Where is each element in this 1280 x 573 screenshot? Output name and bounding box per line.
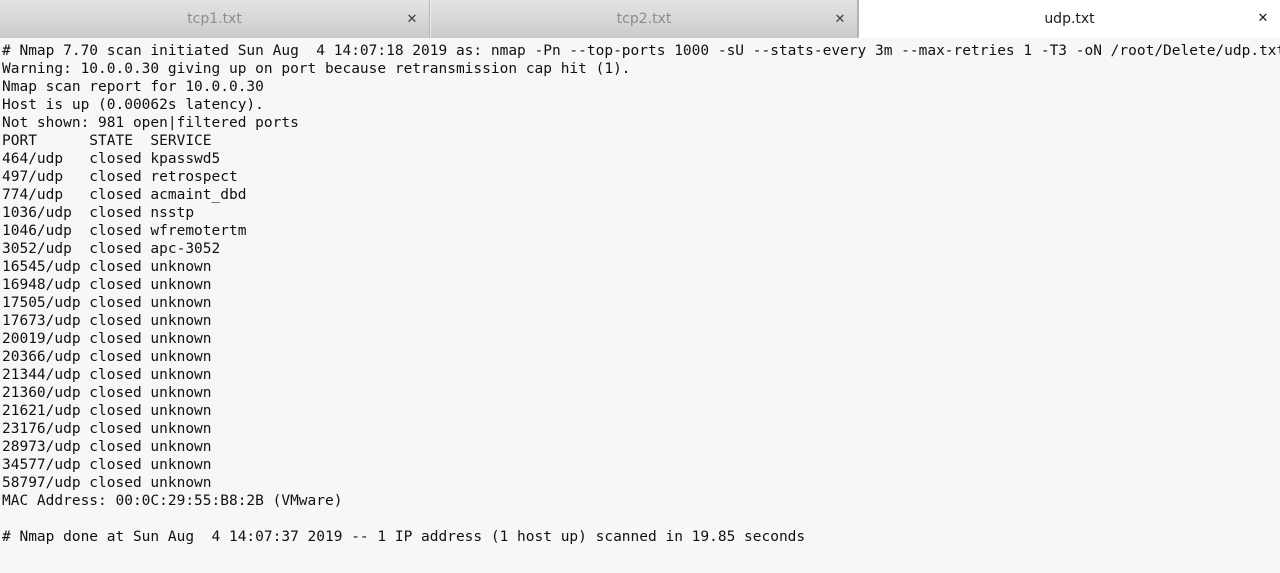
tab-tcp2-txt[interactable]: tcp2.txt ✕: [430, 0, 858, 38]
close-icon[interactable]: ✕: [395, 13, 429, 26]
tab-label: tcp2.txt: [616, 11, 672, 27]
tab-label: tcp1.txt: [187, 11, 242, 27]
tab-label: udp.txt: [1044, 10, 1095, 27]
tab-bar: tcp1.txt ✕ tcp2.txt ✕ udp.txt ✕: [0, 0, 1280, 38]
tab-udp-txt[interactable]: udp.txt ✕: [858, 0, 1280, 38]
close-icon[interactable]: ✕: [823, 13, 857, 26]
close-icon[interactable]: ✕: [1246, 12, 1280, 25]
file-content-pane[interactable]: # Nmap 7.70 scan initiated Sun Aug 4 14:…: [0, 38, 1280, 573]
nmap-scan-output: # Nmap 7.70 scan initiated Sun Aug 4 14:…: [2, 43, 1280, 545]
tab-tcp1-txt[interactable]: tcp1.txt ✕: [0, 0, 430, 38]
